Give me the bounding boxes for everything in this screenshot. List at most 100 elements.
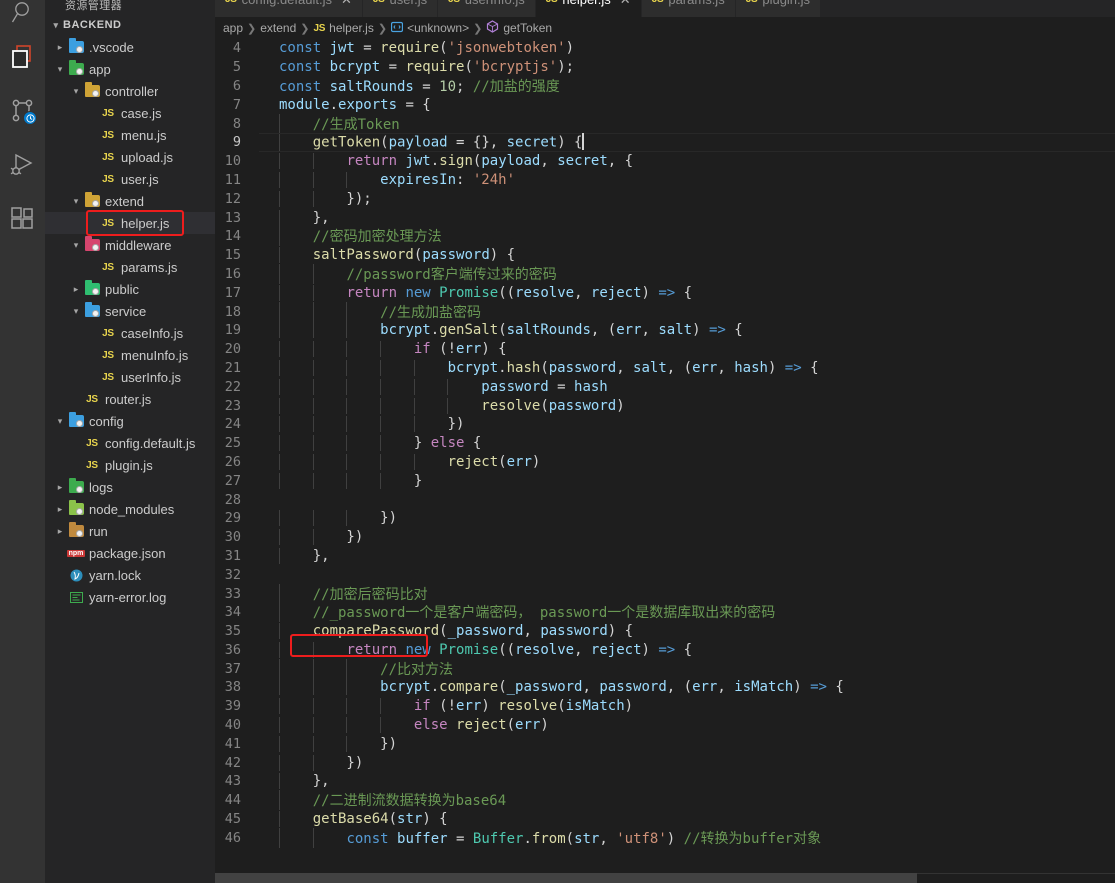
breadcrumb-item-extend[interactable]: extend: [260, 21, 296, 35]
code-line[interactable]: 6 const saltRounds = 10; //加盐的强度: [215, 77, 1115, 96]
source-control-icon[interactable]: [0, 84, 45, 138]
tree-item-middleware[interactable]: ▾ middleware: [45, 234, 215, 256]
extensions-icon[interactable]: [0, 192, 45, 246]
tree-item-app[interactable]: ▾ app: [45, 58, 215, 80]
code-line[interactable]: 17 return new Promise((resolve, reject) …: [215, 283, 1115, 302]
code-line[interactable]: 12 });: [215, 189, 1115, 208]
tree-item-public[interactable]: ▸ public: [45, 278, 215, 300]
code-line[interactable]: 14 //密码加密处理方法: [215, 226, 1115, 247]
tree-item-yarn-lock[interactable]: yarn.lock: [45, 564, 215, 586]
explorer-section-backend[interactable]: ▾ BACKEND: [45, 14, 215, 36]
code-line[interactable]: 26 reject(err): [215, 453, 1115, 472]
code-line[interactable]: 45 getBase64(str) {: [215, 810, 1115, 829]
code-line[interactable]: 19 bcrypt.genSalt(saltRounds, (err, salt…: [215, 321, 1115, 340]
code-line[interactable]: 41 }): [215, 734, 1115, 753]
code-line[interactable]: 39 if (!err) resolve(isMatch): [215, 697, 1115, 716]
scrollbar-thumb[interactable]: [215, 873, 917, 883]
code-line[interactable]: 25 } else {: [215, 434, 1115, 453]
code-line[interactable]: 43 },: [215, 772, 1115, 791]
code-line[interactable]: 11 expiresIn: '24h': [215, 171, 1115, 190]
tree-item-node-modules[interactable]: ▸ node_modules: [45, 498, 215, 520]
code-line[interactable]: 10 return jwt.sign(payload, secret, {: [215, 152, 1115, 171]
tree-item-menuinfo-js[interactable]: JS menuInfo.js: [45, 344, 215, 366]
code-line[interactable]: 7 module.exports = {: [215, 95, 1115, 114]
horizontal-scrollbar[interactable]: [215, 873, 1115, 883]
code-line[interactable]: 38 bcrypt.compare(_password, password, (…: [215, 678, 1115, 697]
code-line[interactable]: 40 else reject(err): [215, 716, 1115, 735]
code-line[interactable]: 22 password = hash: [215, 377, 1115, 396]
breadcrumb-item--unknown-[interactable]: <unknown>: [390, 21, 469, 36]
tree-item-controller[interactable]: ▾ controller: [45, 80, 215, 102]
breadcrumb-item-helper-js[interactable]: JS helper.js: [314, 21, 374, 35]
indent-guide: [279, 811, 280, 828]
tree-item-userinfo-js[interactable]: JS userInfo.js: [45, 366, 215, 388]
code-line[interactable]: 29 }): [215, 509, 1115, 528]
tree-item-extend[interactable]: ▾ extend: [45, 190, 215, 212]
code-text: return new Promise((resolve, reject) => …: [259, 641, 1115, 658]
tree-item-config-default-js[interactable]: JS config.default.js: [45, 432, 215, 454]
code-line[interactable]: 4 const jwt = require('jsonwebtoken'): [215, 39, 1115, 58]
run-debug-icon[interactable]: [0, 138, 45, 192]
tree-item-upload-js[interactable]: JS upload.js: [45, 146, 215, 168]
code-line[interactable]: 23 resolve(password): [215, 396, 1115, 415]
code-line[interactable]: 42 }): [215, 753, 1115, 772]
tree-item-menu-js[interactable]: JS menu.js: [45, 124, 215, 146]
code-line[interactable]: 24 }): [215, 415, 1115, 434]
editor-tab-user-js[interactable]: JS user.js: [362, 0, 439, 17]
tree-item-case-js[interactable]: JS case.js: [45, 102, 215, 124]
tree-item-params-js[interactable]: JS params.js: [45, 256, 215, 278]
code-line[interactable]: 34 //_password一个是客户端密码， password一个是数据库取出…: [215, 602, 1115, 623]
code-line[interactable]: 16 //password客户端传过来的密码: [215, 263, 1115, 284]
tree-item-config[interactable]: ▾ config: [45, 410, 215, 432]
code-line[interactable]: 8 //生成Token: [215, 113, 1115, 134]
code-line[interactable]: 44 //二进制流数据转换为base64: [215, 790, 1115, 811]
code-editor[interactable]: 4 const jwt = require('jsonwebtoken') 5 con…: [215, 39, 1115, 873]
code-token: ,: [574, 284, 591, 301]
tree-item-yarn-error-log[interactable]: yarn-error.log: [45, 586, 215, 608]
tree-item-caseinfo-js[interactable]: JS caseInfo.js: [45, 322, 215, 344]
breadcrumb-item-gettoken[interactable]: getToken: [486, 20, 552, 36]
code-line[interactable]: 31 },: [215, 547, 1115, 566]
code-line[interactable]: 27 }: [215, 471, 1115, 490]
breadcrumb-item-app[interactable]: app: [223, 21, 243, 35]
code-line[interactable]: 46 const buffer = Buffer.from(str, 'utf8…: [215, 827, 1115, 848]
tree-item-service[interactable]: ▾ service: [45, 300, 215, 322]
tree-item-helper-js[interactable]: JS helper.js: [45, 212, 215, 234]
tree-item--vscode[interactable]: ▸ .vscode: [45, 36, 215, 58]
code-line[interactable]: 5 const bcrypt = require('bcryptjs');: [215, 58, 1115, 77]
code-token: ): [540, 717, 549, 734]
code-line[interactable]: 21 bcrypt.hash(password, salt, (err, has…: [215, 359, 1115, 378]
tree-item-plugin-js[interactable]: JS plugin.js: [45, 454, 215, 476]
explorer-icon[interactable]: [0, 30, 45, 84]
code-line[interactable]: 32: [215, 565, 1115, 584]
tree-item-logs[interactable]: ▸ logs: [45, 476, 215, 498]
code-line[interactable]: 30 }): [215, 528, 1115, 547]
code-token: , {: [607, 153, 634, 170]
tree-item-user-js[interactable]: JS user.js: [45, 168, 215, 190]
editor-tab-helper-js[interactable]: JS helper.js ✕: [535, 0, 642, 17]
code-line[interactable]: 15 saltPassword(password) {: [215, 246, 1115, 265]
editor-tab-params-js[interactable]: JS params.js: [641, 0, 736, 17]
code-token: hash: [506, 359, 541, 376]
line-number: 40: [224, 717, 241, 734]
editor-tab-config-default-js[interactable]: JS config.default.js ✕: [215, 0, 363, 17]
editor-tab-plugin-js[interactable]: JS plugin.js: [735, 0, 822, 17]
editor-tab-userinfo-js[interactable]: JS userInfo.js: [438, 0, 536, 17]
code-line[interactable]: 28: [215, 490, 1115, 509]
tree-item-run[interactable]: ▸ run: [45, 520, 215, 542]
tree-item-package-json[interactable]: npm package.json: [45, 542, 215, 564]
close-icon[interactable]: ✕: [620, 0, 631, 6]
code-line[interactable]: 37 //比对方法: [215, 658, 1115, 679]
code-line[interactable]: 13 },: [215, 208, 1115, 227]
code-line[interactable]: 9 getToken(payload = {}, secret) {: [215, 132, 1115, 152]
code-line[interactable]: 18 //生成加盐密码: [215, 301, 1115, 322]
code-line[interactable]: 36 return new Promise((resolve, reject) …: [215, 641, 1115, 660]
search-icon[interactable]: [0, 0, 45, 30]
code-line[interactable]: 35 comparePassword(_password, password) …: [215, 622, 1115, 641]
code-token: =: [363, 40, 381, 57]
code-line[interactable]: 20 if (!err) {: [215, 340, 1115, 359]
code-line[interactable]: 33 //加密后密码比对: [215, 583, 1115, 604]
code-token: });: [279, 190, 372, 207]
close-icon[interactable]: ✕: [341, 0, 352, 6]
tree-item-router-js[interactable]: JS router.js: [45, 388, 215, 410]
